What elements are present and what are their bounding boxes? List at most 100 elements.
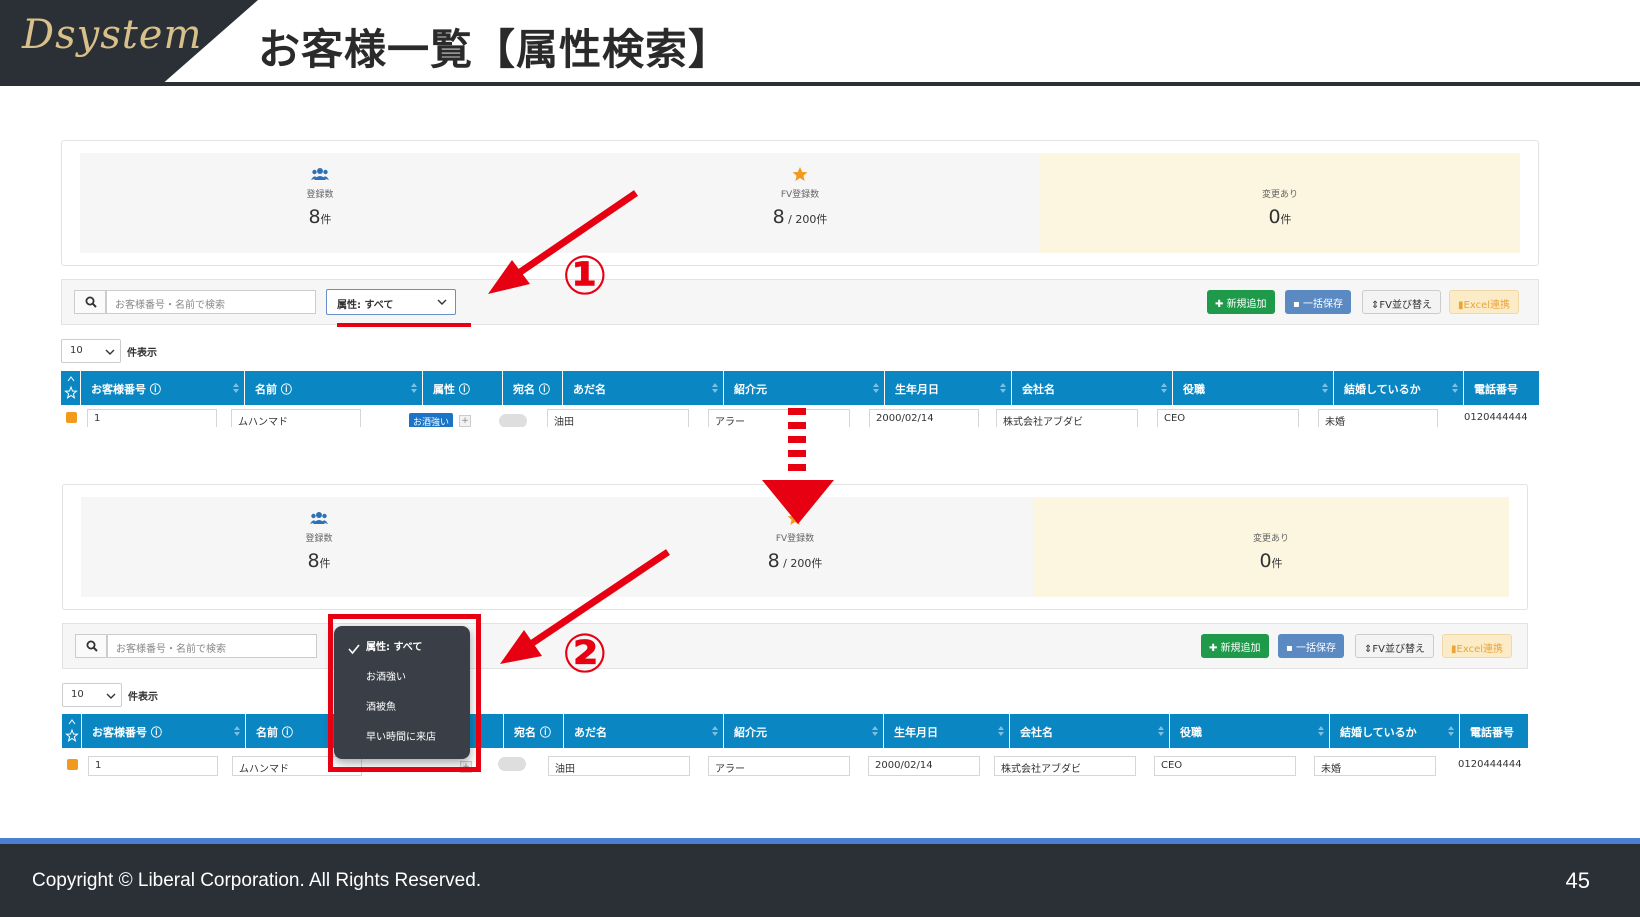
star-icon — [787, 511, 803, 525]
highlight-box — [328, 614, 481, 772]
stat-fv-label: FV登録数 — [775, 534, 815, 544]
column-phone[interactable]: 電話番号 — [1464, 371, 1539, 405]
cell-position[interactable]: CEO — [1157, 409, 1299, 427]
sort-icon — [1158, 726, 1164, 736]
column-attribute[interactable]: 属性 ⓘ — [423, 371, 503, 405]
cell-company[interactable]: 株式会社アブダビ — [994, 756, 1136, 776]
cell-birthday[interactable]: 2000/02/14 — [868, 756, 980, 776]
add-new-button[interactable]: ✚ 新規追加 — [1201, 634, 1269, 658]
sort-icon — [1322, 383, 1328, 393]
search-icon — [86, 640, 98, 652]
chevron-down-icon — [105, 349, 115, 355]
address-toggle[interactable] — [498, 757, 526, 771]
search-button[interactable] — [74, 290, 106, 314]
attribute-tag[interactable]: お酒強い — [409, 413, 454, 427]
star-icon — [792, 167, 808, 181]
column-birthday[interactable]: 生年月日 — [885, 371, 1012, 405]
excel-button[interactable]: ▮Excel連携 — [1449, 290, 1520, 314]
users-icon — [311, 168, 329, 180]
attribute-filter-select[interactable]: 属性: すべて — [326, 289, 456, 315]
column-married[interactable]: 結婚しているか — [1330, 714, 1460, 748]
dashed-arrow-seg — [788, 436, 806, 443]
sort-icon — [712, 726, 718, 736]
stat-changed: 変更あり 0件 — [1040, 153, 1520, 253]
sort-icon — [873, 383, 879, 393]
column-birthday[interactable]: 生年月日 — [884, 714, 1010, 748]
sort-icon — [411, 383, 417, 393]
fv-sort-button[interactable]: ⇕FV並び替え — [1362, 290, 1441, 314]
row-checkbox[interactable] — [67, 759, 78, 770]
cell-customer-no[interactable]: 1 — [87, 409, 217, 427]
slide-header: Dsystem お客様一覧【属性検索】 — [0, 0, 1640, 86]
cell-name[interactable]: ムハンマド — [231, 409, 361, 427]
annotation-layer — [337, 190, 834, 664]
cell-married[interactable]: 未婚 — [1314, 756, 1436, 776]
fv-sort-button[interactable]: ⇕FV並び替え — [1355, 634, 1434, 658]
cell-referrer[interactable]: アラー — [708, 409, 850, 427]
bulk-save-button[interactable]: ▪ 一括保存 — [1278, 634, 1344, 658]
address-toggle[interactable] — [499, 414, 527, 427]
attribute-filter-value: 属性: すべて — [337, 300, 394, 311]
sort-icon — [1000, 383, 1006, 393]
column-address-name[interactable]: 宛名 ⓘ — [504, 714, 564, 748]
cell-nickname[interactable]: 油田 — [547, 409, 689, 427]
chevron-down-icon — [106, 693, 116, 699]
page-size-select[interactable]: 10 — [62, 683, 122, 707]
copyright-text: Copyright © Liberal Corporation. All Rig… — [32, 870, 482, 891]
grid-header-1: お客様番号 ⓘ 名前 ⓘ 属性 ⓘ 宛名 ⓘ あだ名 紹介元 生年月日 会社名 … — [61, 371, 1539, 405]
search-button[interactable] — [75, 634, 107, 658]
select-all-column[interactable] — [62, 714, 82, 748]
cell-position[interactable]: CEO — [1154, 756, 1296, 776]
page-size-select[interactable]: 10 — [61, 339, 121, 363]
select-all-column[interactable] — [61, 371, 81, 405]
column-company[interactable]: 会社名 — [1012, 371, 1173, 405]
chevron-down-icon — [437, 299, 447, 305]
plus-icon: ✚ — [1209, 643, 1221, 654]
cell-nickname[interactable]: 油田 — [548, 756, 690, 776]
column-customer-no[interactable]: お客様番号 ⓘ — [81, 371, 245, 405]
column-married[interactable]: 結婚しているか — [1334, 371, 1464, 405]
cell-married[interactable]: 未婚 — [1318, 409, 1438, 427]
page-size-label: 件表示 — [127, 348, 157, 359]
column-phone[interactable]: 電話番号 — [1460, 714, 1528, 748]
cell-customer-no[interactable]: 1 — [88, 756, 218, 776]
stat-fv: FV登録数 8 / 200件 — [557, 497, 1033, 597]
excel-button[interactable]: ▮Excel連携 — [1442, 634, 1513, 658]
column-nickname[interactable]: あだ名 — [564, 714, 724, 748]
cell-birthday[interactable]: 2000/02/14 — [869, 409, 979, 427]
search-icon — [85, 296, 97, 308]
toolbar-2: お客様番号・名前で検索 ✚ 新規追加 ▪ 一括保存 ⇕FV並び替え ▮Excel… — [62, 623, 1528, 669]
column-referrer[interactable]: 紹介元 — [724, 714, 884, 748]
column-address-name[interactable]: 宛名 ⓘ — [503, 371, 563, 405]
slide-title: お客様一覧【属性検索】 — [258, 25, 732, 74]
column-position[interactable]: 役職 — [1170, 714, 1330, 748]
bulk-save-button[interactable]: ▪ 一括保存 — [1285, 290, 1351, 314]
stat-fv-value: 8 / 200件 — [772, 206, 828, 228]
row-checkbox[interactable] — [66, 412, 77, 423]
search-input[interactable]: お客様番号・名前で検索 — [107, 634, 317, 658]
toolbar-1: お客様番号・名前で検索 属性: すべて ✚ 新規追加 ▪ 一括保存 ⇕FV並び替… — [61, 279, 1539, 325]
column-company[interactable]: 会社名 — [1010, 714, 1170, 748]
save-icon: ▪ — [1293, 299, 1303, 310]
add-attribute-button[interactable]: + — [459, 415, 471, 427]
column-customer-no[interactable]: お客様番号 ⓘ — [82, 714, 246, 748]
stats-card-1: 登録数 8件 FV登録数 8 / 200件 変更あり 0件 — [61, 140, 1539, 266]
stat-registered: 登録数 8件 — [81, 497, 557, 597]
cell-company[interactable]: 株式会社アブダビ — [996, 409, 1138, 427]
column-referrer[interactable]: 紹介元 — [724, 371, 885, 405]
stat-changed-value: 0件 — [1268, 206, 1292, 228]
cell-phone[interactable]: 0120444444 — [1458, 409, 1533, 427]
cell-referrer[interactable]: アラー — [708, 756, 850, 776]
stat-registered-value: 8件 — [308, 206, 332, 228]
table-row-1: 1 ムハンマド + 油田 アラー 2000/02/14 株式会社アブダビ CEO… — [62, 752, 1528, 778]
column-nickname[interactable]: あだ名 — [563, 371, 724, 405]
slide-footer: Copyright © Liberal Corporation. All Rig… — [0, 844, 1640, 917]
column-name[interactable]: 名前 ⓘ — [245, 371, 423, 405]
sort-icon — [1318, 726, 1324, 736]
search-input[interactable]: お客様番号・名前で検索 — [106, 290, 316, 314]
add-new-button[interactable]: ✚ 新規追加 — [1207, 290, 1275, 314]
stat-fv: FV登録数 8 / 200件 — [560, 153, 1040, 253]
column-position[interactable]: 役職 — [1173, 371, 1334, 405]
cell-phone[interactable]: 0120444444 — [1452, 756, 1524, 776]
sort-icon — [1452, 383, 1458, 393]
